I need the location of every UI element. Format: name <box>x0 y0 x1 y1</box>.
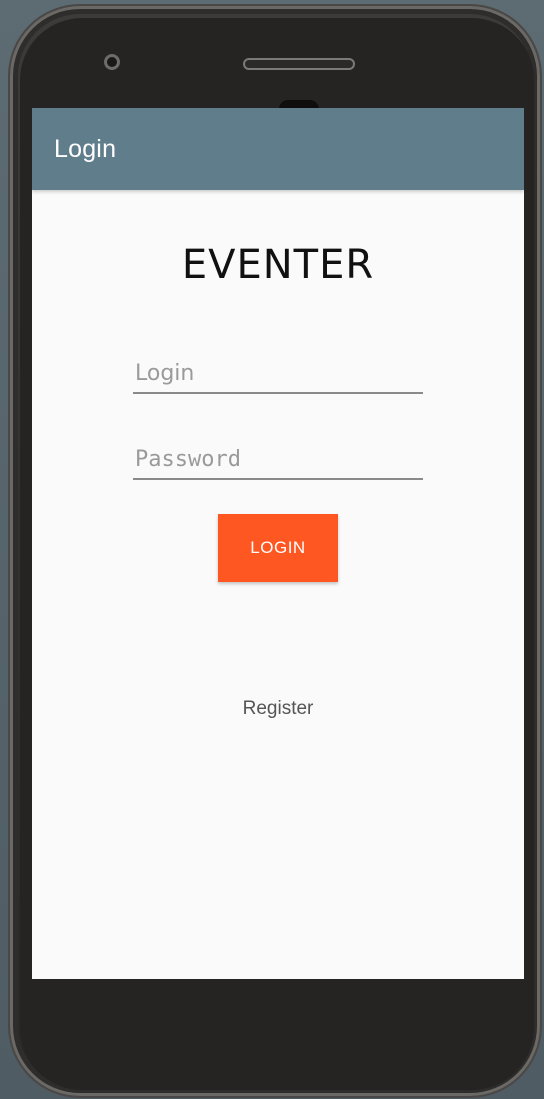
app-bar-title: Login <box>54 134 117 163</box>
login-input[interactable] <box>133 354 423 394</box>
login-form: EVENTER LOGIN Register <box>32 190 524 979</box>
password-input[interactable] <box>133 440 423 480</box>
front-camera-icon <box>104 54 120 70</box>
register-link[interactable]: Register <box>32 698 524 720</box>
app-bar: Login <box>32 108 524 190</box>
earpiece-speaker <box>243 58 355 70</box>
background: Login EVENTER LOGIN Register <box>0 0 544 1099</box>
app-name-heading: EVENTER <box>181 242 375 288</box>
login-button[interactable]: LOGIN <box>218 514 338 582</box>
device-screen: Login EVENTER LOGIN Register <box>32 108 524 979</box>
